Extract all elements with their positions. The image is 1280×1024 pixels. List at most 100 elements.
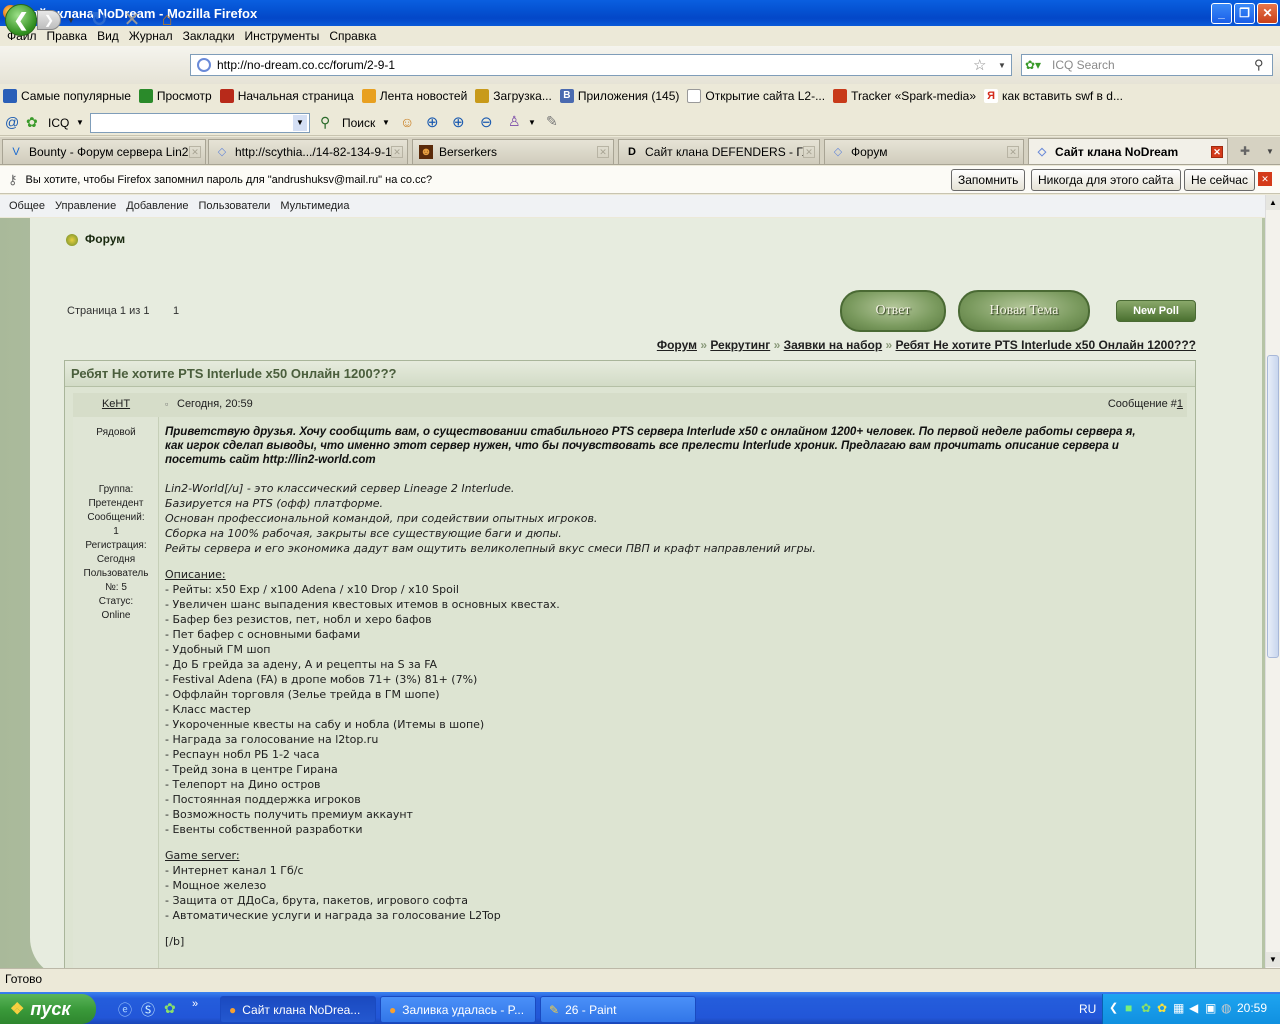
url-text[interactable]: http://no-dream.co.cc/forum/2-9-1 [217, 58, 973, 72]
site-menu-management[interactable]: Управление [50, 200, 121, 212]
tab-close-icon[interactable]: ✕ [803, 146, 815, 158]
tray-app-icon[interactable]: ✿ [1157, 1001, 1167, 1015]
tab[interactable]: D Сайт клана DEFENDERS - Гл... ✕ [618, 139, 820, 164]
search-engine-icon[interactable]: ✿▾ [1022, 58, 1052, 72]
breadcrumb-topic[interactable]: Ребят Не хотите PTS Interlude x50 Онлайн… [896, 338, 1196, 352]
site-menu-multimedia[interactable]: Мультимедиа [275, 200, 354, 212]
remember-password-button[interactable]: Запомнить [951, 169, 1026, 191]
tray-network-icon[interactable]: ▦ [1173, 1001, 1184, 1015]
history-dropdown[interactable]: ▼ [64, 12, 78, 28]
tab[interactable]: ◇ Форум ✕ [824, 139, 1024, 164]
icq-search-input[interactable]: ▼ [90, 113, 310, 133]
page-link[interactable]: 1 [173, 305, 179, 317]
tray-volume-icon[interactable]: ◀ [1189, 1001, 1198, 1015]
taskbar-task-firefox[interactable]: ● Сайт клана NoDrea... [220, 996, 376, 1023]
tab[interactable]: ◇ http://scythia.../14-82-134-9-1 ✕ [208, 139, 408, 164]
tab[interactable]: ☻ Berserkers ✕ [412, 139, 614, 164]
tab[interactable]: V Bounty - Форум сервера Lin2... ✕ [2, 139, 206, 164]
breadcrumb-recruiting[interactable]: Рекрутинг [710, 338, 770, 352]
icq-smiley-icon[interactable]: ☺ [400, 114, 414, 130]
icq-label[interactable]: ICQ [48, 116, 69, 130]
post-number-link[interactable]: 1 [1177, 398, 1183, 410]
reload-button[interactable]: ↻ [88, 8, 110, 31]
ie-icon[interactable]: ⓔ [118, 1000, 132, 1020]
zoom-icon[interactable]: ⊕ [452, 113, 465, 131]
taskbar-task-upload[interactable]: ● Заливка удалась - P... [380, 996, 536, 1023]
zoom-out-icon[interactable]: ⊖ [480, 113, 493, 131]
url-bar[interactable]: http://no-dream.co.cc/forum/2-9-1 ☆ ▼ [190, 54, 1012, 76]
menu-bookmarks[interactable]: Закладки [178, 29, 240, 43]
zoom-in-icon[interactable]: ⊕ [426, 113, 439, 131]
search-bar[interactable]: ✿▾ ICQ Search ⚲ [1021, 54, 1273, 76]
minimize-button[interactable]: _ [1211, 3, 1232, 24]
bookmark-item[interactable]: Загрузка... [475, 89, 552, 103]
search-input[interactable]: ICQ Search [1052, 58, 1254, 72]
taskbar-task-paint[interactable]: ✎ 26 - Paint [540, 996, 696, 1023]
skype-icon[interactable]: Ⓢ [141, 1000, 155, 1020]
tab-close-icon[interactable]: ✕ [189, 146, 201, 158]
never-for-site-button[interactable]: Никогда для этого сайта [1031, 169, 1181, 191]
bookmark-item[interactable]: Начальная страница [219, 89, 354, 103]
bookmark-item[interactable]: Лента новостей [361, 89, 467, 103]
post-author[interactable]: KeHT [73, 398, 159, 410]
icq-flower-icon[interactable]: ✿ [26, 114, 38, 131]
breadcrumb-forum[interactable]: Форум [657, 338, 697, 352]
quicklaunch-more-icon[interactable]: » [192, 998, 198, 1010]
forward-button[interactable]: ❯ [37, 10, 61, 30]
site-menu-users[interactable]: Пользователи [194, 200, 276, 212]
tab-close-icon[interactable]: ✕ [1211, 145, 1223, 158]
new-topic-button[interactable]: Новая Тема [958, 290, 1090, 332]
user-dropdown[interactable]: ▼ [528, 118, 536, 127]
user-icon[interactable]: ♙ [508, 113, 521, 130]
bookmark-item[interactable]: Самые популярные [3, 89, 131, 103]
tab-active[interactable]: ◇ Сайт клана NoDream ✕ [1028, 138, 1228, 164]
back-button[interactable]: ❮ [5, 4, 37, 36]
reply-button[interactable]: Ответ [840, 290, 946, 332]
tab-close-icon[interactable]: ✕ [1007, 146, 1019, 158]
highlighter-icon[interactable]: ✎ [546, 113, 558, 130]
breadcrumb-applications[interactable]: Заявки на набор [784, 338, 883, 352]
maximize-button[interactable]: ❐ [1234, 3, 1255, 24]
bookmark-item[interactable]: B Приложения (145) [559, 89, 679, 103]
scroll-up-button[interactable]: ▲ [1266, 195, 1280, 210]
icq-search-button[interactable]: Поиск [342, 116, 375, 130]
tray-app-icon[interactable]: ◍ [1221, 1001, 1231, 1015]
close-window-button[interactable]: ✕ [1257, 3, 1278, 24]
scroll-thumb[interactable] [1267, 355, 1279, 658]
tray-app-icon[interactable]: ▣ [1205, 1001, 1216, 1015]
bookmark-item[interactable]: Tracker «Spark-media» [833, 89, 976, 103]
url-dropdown[interactable]: ▼ [993, 61, 1011, 70]
language-indicator[interactable]: RU [1079, 1002, 1096, 1016]
icq-search-menu[interactable]: ▼ [382, 118, 390, 127]
icq-at-icon[interactable]: @ [5, 114, 19, 130]
home-button[interactable]: ⌂ [155, 8, 179, 30]
site-menu-add[interactable]: Добавление [121, 200, 193, 212]
tab-list-dropdown[interactable]: ▼ [1266, 147, 1274, 156]
tray-expand-icon[interactable]: ❮ [1109, 1001, 1118, 1014]
bookmark-star-icon[interactable]: ☆ [973, 56, 993, 74]
icq-search-dropdown[interactable]: ▼ [293, 115, 307, 131]
tab-close-icon[interactable]: ✕ [391, 146, 403, 158]
clock[interactable]: 20:59 [1237, 1001, 1267, 1015]
menu-tools[interactable]: Инструменты [240, 29, 325, 43]
tray-app-icon[interactable]: ■ [1125, 1001, 1132, 1015]
close-notification-icon[interactable]: ✕ [1258, 172, 1272, 186]
not-now-button[interactable]: Не сейчас [1184, 169, 1255, 191]
new-tab-icon[interactable]: ✚ [1240, 144, 1250, 158]
tray-app-icon[interactable]: ✿ [1141, 1001, 1151, 1015]
vertical-scrollbar[interactable]: ▲ ▼ [1265, 195, 1280, 968]
stop-button[interactable]: ✕ [121, 8, 143, 31]
icq-dropdown[interactable]: ▼ [76, 118, 84, 127]
start-button[interactable]: ❖ пуск [0, 994, 96, 1024]
scroll-down-button[interactable]: ▼ [1266, 952, 1280, 967]
tab-close-icon[interactable]: ✕ [597, 146, 609, 158]
bookmark-item[interactable]: Якак вставить swf в d... [984, 89, 1123, 103]
bookmark-item[interactable]: Открытие сайта L2-... [687, 89, 825, 103]
site-menu-general[interactable]: Общее [4, 200, 50, 212]
menu-edit[interactable]: Правка [42, 29, 93, 43]
new-poll-button[interactable]: New Poll [1116, 300, 1196, 322]
search-icon[interactable]: ⚲ [1254, 57, 1272, 73]
menu-help[interactable]: Справка [324, 29, 381, 43]
icq-quicklaunch-icon[interactable]: ✿ [164, 1000, 176, 1017]
bookmark-item[interactable]: Просмотр [138, 89, 212, 103]
